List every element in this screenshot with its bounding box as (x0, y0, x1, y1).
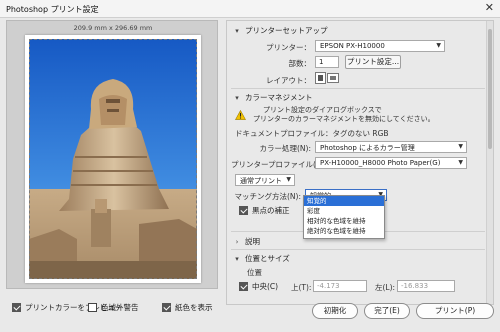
chevron-down-icon: ▾ (235, 254, 239, 263)
printer-label: プリンター： (266, 43, 311, 52)
divider (231, 88, 485, 89)
printer-profile-value: PX-H10000_H8000 Photo Paper(G) (320, 159, 441, 167)
show-paper-white-label: 紙色を表示 (175, 303, 213, 312)
scrollbar-thumb[interactable] (488, 29, 492, 149)
black-point-compensation-option[interactable]: 黒点の補正 (239, 205, 290, 216)
top-input[interactable]: -4.173 (313, 280, 367, 292)
preview-paper (25, 35, 201, 283)
copies-input[interactable]: 1 (315, 56, 339, 68)
print-preview: 209.9 mm x 296.69 mm (6, 20, 218, 289)
warning-icon (235, 110, 246, 120)
settings-panel[interactable]: ▾ プリンターセットアップ プリンター： EPSON PX-H10000 ▼ 部… (226, 20, 494, 305)
title-bar: Photoshop プリント設定 ✕ (0, 0, 500, 18)
done-button[interactable]: 完了(E) (364, 303, 410, 319)
menu-item-relative-colorimetric[interactable]: 相対的な色域を維持 (304, 216, 384, 226)
menu-item-perceptual[interactable]: 知覚的 (304, 196, 384, 206)
chevron-down-icon: ▼ (458, 159, 463, 166)
chevron-down-icon: ▾ (235, 26, 239, 35)
printer-profile-label: プリンタープロファイル(F): (231, 160, 326, 169)
rendering-intent-menu[interactable]: 知覚的 彩度 相対的な色域を維持 絶対的な色域を維持 (303, 195, 385, 239)
printer-setup-title: プリンターセットアップ (245, 26, 328, 35)
chevron-down-icon: ▼ (436, 42, 441, 49)
rendering-intent-label: マッチング方法(N): (234, 192, 302, 201)
show-paper-white-option[interactable]: 紙色を表示 (162, 302, 213, 313)
center-label: 中央(C) (252, 282, 279, 291)
chevron-down-icon: ▾ (235, 93, 239, 102)
reset-button[interactable]: 初期化 (312, 303, 358, 319)
print-button[interactable]: プリント(P) (416, 303, 494, 319)
layout-label: レイアウト： (266, 76, 311, 85)
portrait-layout-icon[interactable] (315, 72, 326, 84)
gamut-warning-label: 色域外警告 (101, 303, 139, 312)
panel-scrollbar[interactable] (486, 21, 493, 304)
print-mode-value: 通常プリント (240, 177, 282, 185)
print-mode-dropdown[interactable]: 通常プリント ▼ (235, 174, 295, 186)
chevron-down-icon: ▼ (458, 143, 463, 150)
printer-dropdown[interactable]: EPSON PX-H10000 ▼ (315, 40, 445, 52)
gamut-warning-option[interactable]: 色域外警告 (88, 302, 139, 313)
paper-size-label: 209.9 mm x 296.69 mm (73, 24, 153, 32)
printer-value: EPSON PX-H10000 (320, 42, 385, 50)
close-icon[interactable]: ✕ (485, 2, 494, 14)
gamut-warning-checkbox[interactable] (88, 303, 97, 312)
description-header[interactable]: › 説明 (233, 236, 260, 247)
menu-item-absolute-colorimetric[interactable]: 絶対的な色域を維持 (304, 226, 384, 236)
color-handling-value: Photoshop によるカラー管理 (320, 144, 415, 152)
landscape-layout-icon[interactable] (327, 73, 339, 83)
black-point-compensation-checkbox[interactable] (239, 206, 248, 215)
black-point-compensation-label: 黒点の補正 (252, 206, 290, 215)
description-title: 説明 (245, 237, 260, 246)
print-settings-button[interactable]: プリント設定... (345, 55, 401, 69)
preview-print-colors-checkbox[interactable] (12, 303, 21, 312)
position-size-title: 位置とサイズ (245, 254, 290, 263)
color-management-title: カラーマネジメント (245, 93, 313, 102)
chevron-right-icon: › (235, 237, 239, 246)
document-profile-text: ドキュメントプロファイル：タグのない RGB (235, 129, 389, 138)
center-option[interactable]: 中央(C) (239, 281, 278, 292)
top-label: 上(T): (291, 283, 312, 292)
printer-setup-header[interactable]: ▾ プリンターセットアップ (233, 25, 328, 36)
divider (231, 249, 485, 250)
center-checkbox[interactable] (239, 282, 248, 291)
left-input[interactable]: -16.833 (397, 280, 455, 292)
show-paper-white-checkbox[interactable] (162, 303, 171, 312)
color-handling-label: カラー処理(N): (259, 144, 312, 153)
position-size-header[interactable]: ▾ 位置とサイズ (233, 253, 290, 264)
warning-text-line2: プリンターのカラーマネジメントを無効にしてください。 (253, 115, 435, 123)
color-handling-dropdown[interactable]: Photoshop によるカラー管理 ▼ (315, 141, 467, 153)
position-subtitle: 位置 (247, 268, 262, 277)
printable-area-outline (29, 39, 197, 279)
left-label: 左(L): (375, 283, 396, 292)
chevron-down-icon: ▼ (286, 176, 291, 183)
copies-label: 部数： (288, 59, 312, 68)
menu-item-saturation[interactable]: 彩度 (304, 206, 384, 216)
printer-profile-dropdown[interactable]: PX-H10000_H8000 Photo Paper(G) ▼ (315, 157, 467, 169)
color-management-header[interactable]: ▾ カラーマネジメント (233, 92, 313, 103)
window-title: Photoshop プリント設定 (6, 5, 99, 14)
